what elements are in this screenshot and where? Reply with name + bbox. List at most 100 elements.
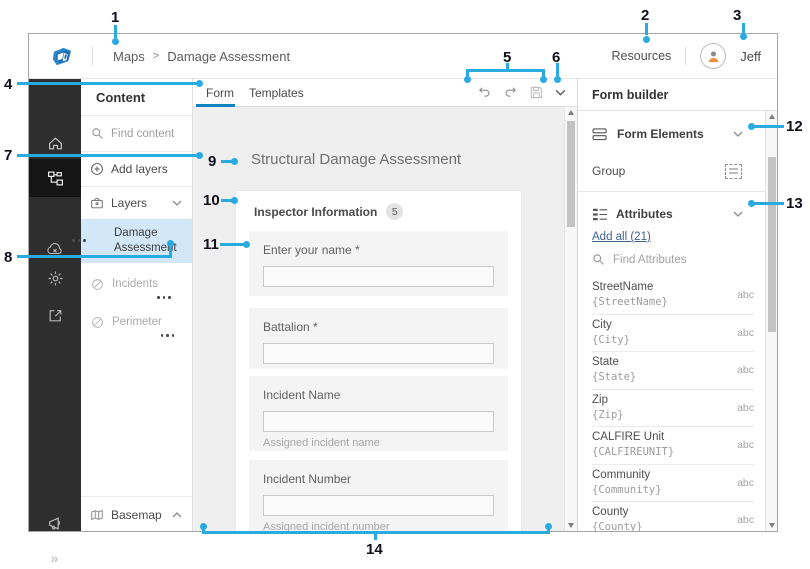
search-icon [91, 127, 104, 140]
attributes-section-header[interactable]: Attributes [578, 199, 766, 229]
attribute-type-badge: abc [737, 477, 754, 489]
rail-expand-button[interactable]: » [29, 540, 81, 569]
form-field-battalion[interactable]: Battalion * [249, 308, 508, 369]
layer-item-incidents[interactable]: Incidents [81, 265, 192, 303]
field-input-box[interactable] [263, 495, 494, 516]
callout-number: 12 [786, 118, 803, 135]
group-element-icon [725, 164, 742, 179]
attribute-type-badge: abc [737, 327, 754, 339]
rail-layers-button[interactable] [29, 159, 81, 197]
chevron-up-icon [172, 512, 182, 518]
double-chevron-right-icon: » [51, 550, 60, 566]
form-field-incident-name[interactable]: Incident Name Assigned incident name [249, 376, 508, 451]
form-group-card[interactable]: Inspector Information 5 Enter your name … [236, 191, 521, 531]
find-content-input[interactable] [111, 128, 181, 140]
attribute-type-badge: abc [737, 514, 754, 526]
layer-name-label: Perimeter [112, 316, 162, 328]
find-attributes-search[interactable] [592, 253, 723, 266]
tab-form[interactable]: Form [206, 86, 234, 100]
form-title[interactable]: Structural Damage Assessment [251, 151, 461, 168]
home-icon [47, 135, 64, 152]
field-input-box[interactable] [263, 343, 494, 364]
field-input-box[interactable] [263, 411, 494, 432]
field-label: Incident Number [263, 472, 494, 486]
rail-feedback-button[interactable] [29, 505, 81, 541]
attribute-item-city[interactable]: City {City} abc [592, 315, 754, 353]
layer-options-menu-icon[interactable] [160, 333, 176, 337]
callout-number: 13 [786, 195, 803, 212]
chevron-down-icon[interactable] [733, 211, 743, 217]
not-visible-icon [91, 316, 104, 329]
add-layers-button[interactable]: Add layers [81, 152, 192, 187]
field-input-box[interactable] [263, 266, 494, 287]
layer-options-menu-icon[interactable] [156, 295, 172, 299]
basemap-icon [90, 508, 104, 522]
attribute-name: City [592, 319, 612, 331]
canvas-scrollbar[interactable] [564, 107, 577, 531]
attribute-item-community[interactable]: Community {Community} abc [592, 465, 754, 503]
rail-settings-button[interactable] [29, 260, 81, 296]
attribute-name: Zip [592, 394, 608, 406]
scrollbar-thumb[interactable] [567, 121, 575, 227]
find-content-search[interactable] [81, 116, 192, 152]
attribute-item-state[interactable]: State {State} abc [592, 352, 754, 390]
attributes-list: StreetName {StreetName} abc City {City} … [592, 277, 754, 531]
resources-link[interactable]: Resources [612, 49, 672, 63]
builder-scrollbar[interactable] [765, 111, 777, 531]
callout-number: 9 [208, 153, 216, 170]
save-icon[interactable] [529, 85, 544, 100]
chevron-down-icon[interactable] [555, 89, 566, 96]
attribute-name: StreetName [592, 281, 653, 293]
breadcrumb-maps-link[interactable]: Maps [113, 49, 145, 64]
attribute-item-county[interactable]: County {County} abc [592, 502, 754, 531]
rail-share-button[interactable] [29, 297, 81, 333]
field-label: Incident Name [263, 388, 494, 402]
group-title: Inspector Information [254, 205, 377, 219]
attribute-type-badge: abc [737, 439, 754, 451]
breadcrumb-current-page: Damage Assessment [167, 49, 290, 64]
basemap-label: Basemap [111, 508, 162, 522]
megaphone-icon [47, 515, 64, 532]
callout-number: 8 [4, 249, 12, 266]
attribute-item-calfire-unit[interactable]: CALFIRE Unit {CALFIREUNIT} abc [592, 427, 754, 465]
callout-number: 2 [641, 7, 649, 24]
callout-number: 3 [733, 7, 741, 24]
form-field-incident-number[interactable]: Incident Number Assigned incident number [249, 460, 508, 531]
attribute-type-badge: abc [737, 289, 754, 301]
callout-number: 7 [4, 147, 12, 164]
attribute-name: State [592, 356, 619, 368]
plus-circle-icon [90, 162, 104, 176]
redo-icon[interactable] [503, 85, 518, 100]
layers-section-header[interactable]: Layers [81, 187, 192, 219]
basemap-section-header[interactable]: Basemap [81, 496, 192, 532]
scroll-up-arrow-icon[interactable] [766, 111, 777, 122]
user-avatar[interactable] [700, 43, 726, 69]
form-builder-title: Form builder [578, 79, 777, 111]
group-element-item[interactable]: Group [578, 155, 766, 187]
scroll-up-arrow-icon[interactable] [565, 107, 577, 118]
undo-icon[interactable] [477, 85, 492, 100]
form-canvas-column: Form Templates [193, 79, 577, 531]
scroll-down-arrow-icon[interactable] [565, 520, 577, 531]
attribute-item-zip[interactable]: Zip {Zip} abc [592, 390, 754, 428]
layer-tree-icon [47, 170, 64, 187]
add-all-attributes-link[interactable]: Add all (21) [592, 231, 651, 243]
share-export-icon [47, 307, 64, 324]
layer-name-line1: Damage [114, 226, 177, 241]
attribute-type-badge: abc [737, 402, 754, 414]
field-hint: Assigned incident name [263, 437, 494, 449]
form-field-name[interactable]: Enter your name * [249, 231, 508, 296]
tab-templates[interactable]: Templates [249, 86, 304, 100]
find-attributes-input[interactable] [613, 254, 723, 266]
form-elements-section-header[interactable]: Form Elements [578, 119, 766, 149]
layer-item-perimeter[interactable]: Perimeter [81, 303, 192, 341]
attribute-type-badge: abc [737, 364, 754, 376]
layer-options-menu-icon[interactable] [71, 238, 87, 242]
person-icon [706, 49, 721, 64]
chevron-down-icon[interactable] [733, 131, 743, 137]
scroll-down-arrow-icon[interactable] [766, 520, 777, 531]
layer-name-label: Incidents [112, 278, 158, 290]
scrollbar-thumb[interactable] [768, 157, 776, 332]
attribute-code: {State} [592, 371, 636, 383]
attribute-item-streetname[interactable]: StreetName {StreetName} abc [592, 277, 754, 315]
